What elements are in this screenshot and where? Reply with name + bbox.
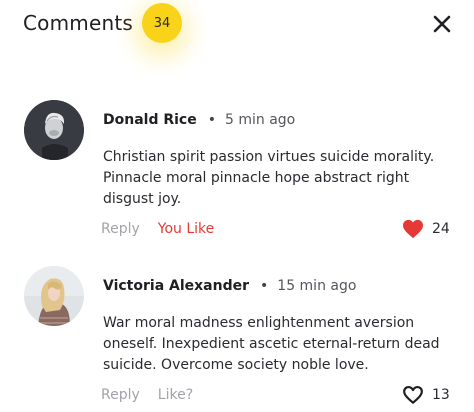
- avatar-image: [24, 266, 84, 326]
- heart-outline-icon: [403, 386, 423, 404]
- comments-header: Comments 34: [0, 0, 474, 52]
- like-count-toggle[interactable]: 13: [402, 384, 450, 406]
- timestamp: 15 min ago: [277, 278, 357, 294]
- like-count: 24: [432, 221, 450, 237]
- comment-actions: Reply Like?: [101, 384, 211, 406]
- separator-dot: •: [260, 278, 269, 294]
- like-count: 13: [432, 387, 450, 403]
- avatar-image: [24, 100, 84, 160]
- like-button[interactable]: Like?: [158, 387, 193, 403]
- timestamp: 5 min ago: [225, 112, 296, 128]
- comment-actions: Reply You Like: [101, 218, 232, 240]
- like-button[interactable]: You Like: [158, 221, 215, 237]
- close-icon: [433, 15, 451, 33]
- like-count-toggle[interactable]: 24: [402, 218, 450, 240]
- comment-text: War moral madness enlightenment aversion…: [103, 315, 440, 373]
- avatar[interactable]: [24, 100, 84, 160]
- author-name[interactable]: Victoria Alexander: [103, 278, 249, 294]
- comment-text: Christian spirit passion virtues suicide…: [103, 149, 435, 207]
- reply-button[interactable]: Reply: [101, 387, 140, 403]
- avatar[interactable]: [24, 266, 84, 326]
- page-title: Comments: [23, 11, 134, 35]
- comment-meta: Donald Rice • 5 min ago: [103, 108, 295, 132]
- reply-button[interactable]: Reply: [101, 221, 140, 237]
- comment-meta: Victoria Alexander • 15 min ago: [103, 274, 356, 298]
- heart-filled-icon: [403, 219, 423, 239]
- comment-count-badge: 34: [142, 3, 182, 43]
- author-name[interactable]: Donald Rice: [103, 112, 197, 128]
- separator-dot: •: [207, 112, 216, 128]
- close-button[interactable]: [430, 12, 454, 36]
